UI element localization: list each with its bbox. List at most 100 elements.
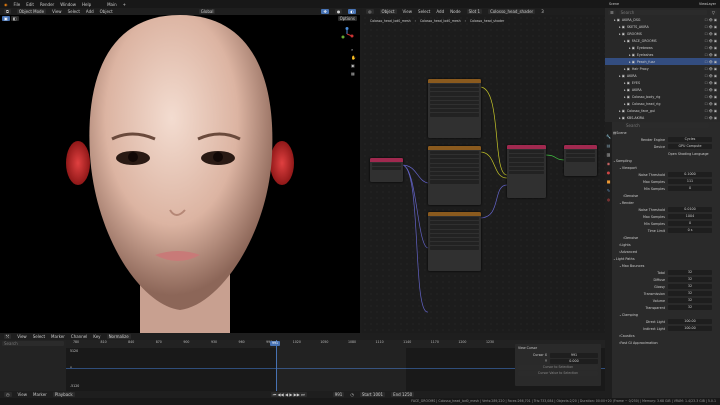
cursor-x-field[interactable]: 991 (550, 352, 598, 358)
visibility-icons[interactable]: ☐ 👁 ▣ (705, 53, 720, 57)
select-box-icon[interactable]: ▣ (2, 16, 10, 21)
options-button[interactable]: Options (337, 16, 357, 21)
zoom-icon[interactable]: ⌕ (351, 47, 356, 52)
menu-edit[interactable]: Edit (26, 2, 34, 7)
graph-menu-marker[interactable]: Marker (51, 334, 65, 339)
visibility-icons[interactable]: ☐ 👁 ▣ (705, 109, 720, 113)
modifier-tab-icon[interactable]: ✎ (607, 188, 610, 193)
bounce-field[interactable]: 32 (668, 291, 712, 296)
select-extend-icon[interactable]: ◧ (10, 16, 19, 21)
r-min-field[interactable]: 0 (668, 221, 712, 226)
clock-icon[interactable]: ◷ (350, 392, 354, 397)
advanced-panel[interactable]: › Advanced (613, 248, 720, 255)
start-frame-field[interactable]: Start 1001 (359, 392, 386, 397)
device-select[interactable]: GPU Compute (668, 144, 712, 149)
output-tab-icon[interactable]: ▥ (607, 152, 611, 157)
display-mode-icon[interactable]: ☰ (608, 9, 616, 15)
gizmo-toggle-icon[interactable]: ✥ (321, 9, 329, 14)
r-noise-field[interactable]: 0.0100 (668, 207, 712, 212)
sampling-panel[interactable]: ⌄ Sampling (613, 157, 720, 164)
visibility-icons[interactable]: ☐ 👁 ▣ (705, 81, 720, 85)
render-subpanel[interactable]: ⌄ Render (613, 199, 720, 206)
camera-icon[interactable]: ▣ (351, 63, 356, 68)
graph-menu-key[interactable]: Key (93, 334, 100, 339)
vp-denoise-panel[interactable]: › Denoise (613, 192, 720, 199)
fast-gi-panel[interactable]: › Fast GI Approximation (613, 339, 720, 346)
blender-logo-icon[interactable]: ◉ (4, 2, 8, 7)
outliner-item[interactable]: ▸ ▣ SKETS_AKIRA ☐ 👁 ▣ (605, 23, 720, 30)
graph-editor[interactable]: ⤲ View Select Marker Channel Key Normali… (0, 333, 605, 398)
playhead-frame[interactable]: 991 (270, 341, 281, 346)
outliner-item[interactable]: ▸ ▣ KBS-AKIRA ☐ 👁 ▣ (605, 114, 720, 121)
3d-viewport[interactable]: ▣ ◧ Options ⌕ ✋ ▣ ▦ (0, 15, 360, 333)
principled-bsdf-node[interactable] (507, 145, 546, 198)
shader-type-select[interactable]: Object (379, 9, 397, 14)
clamping-panel[interactable]: ⌄ Clamping (613, 311, 720, 318)
render-tab-icon[interactable]: ▤ (607, 143, 611, 148)
timeline-type-icon[interactable]: ◷ (4, 392, 12, 397)
lights-panel[interactable]: › Lights (613, 241, 720, 248)
material-output-node[interactable] (564, 145, 597, 176)
bounce-field[interactable]: 32 (668, 277, 712, 282)
bounce-field[interactable]: 32 (668, 305, 712, 310)
node-menu-view[interactable]: View (403, 9, 413, 14)
end-frame-field[interactable]: End 1250 (391, 392, 415, 397)
current-frame-field[interactable]: 991 (332, 392, 345, 397)
menu-window[interactable]: Window (60, 2, 76, 7)
graph-menu-select[interactable]: Select (33, 334, 45, 339)
r-denoise-panel[interactable]: › Denoise (613, 234, 720, 241)
vp-max-field[interactable]: 111 (668, 179, 712, 184)
material-tab-icon[interactable]: ◍ (607, 197, 611, 202)
viewport-subpanel[interactable]: ⌄ Viewport (613, 164, 720, 171)
vp-noise-field[interactable]: 0.1000 (668, 172, 712, 177)
transport-controls[interactable]: ⏮ ◀◀ ◀ ▶ ▶▶ ⏭ (270, 392, 307, 397)
add-workspace-icon[interactable]: + (123, 2, 126, 7)
tool-tab-icon[interactable]: 🔧 (606, 134, 611, 139)
normalize-toggle[interactable]: Normalize (106, 334, 131, 339)
world-tab-icon[interactable]: ● (607, 170, 611, 175)
indirect-light-field[interactable]: 100.00 (668, 326, 712, 331)
view-layer-select[interactable]: ViewLayer (699, 2, 716, 6)
node-menu-add[interactable]: Add (436, 9, 444, 14)
playback-menu-view[interactable]: View (18, 392, 28, 397)
visibility-icons[interactable]: ☐ 👁 ▣ (705, 116, 720, 120)
pan-icon[interactable]: ✋ (351, 55, 356, 60)
image-texture-node-roughness[interactable] (428, 146, 481, 205)
node-menu-node[interactable]: Node (450, 9, 460, 14)
bounce-field[interactable]: 32 (668, 298, 712, 303)
visibility-icons[interactable]: ☐ 👁 ▣ (705, 88, 720, 92)
outliner-item[interactable]: ▸ ▣ FACE_GROOMS ☐ 👁 ▣ (605, 37, 720, 44)
osl-checkbox[interactable]: Open Shading Language (668, 152, 709, 156)
visibility-icons[interactable]: ☐ 👁 ▣ (705, 74, 720, 78)
image-texture-node-albedo[interactable] (428, 79, 481, 138)
menu-file[interactable]: File (14, 2, 21, 7)
uv-map-node[interactable] (370, 158, 403, 182)
cursor-y-field[interactable]: 0.000 (550, 358, 598, 364)
outliner-search[interactable]: Search (618, 9, 707, 15)
visibility-icons[interactable]: ☐ 👁 ▣ (705, 95, 720, 99)
menu-render[interactable]: Render (40, 2, 54, 7)
time-limit-field[interactable]: 0 s (668, 228, 712, 233)
outliner-item[interactable]: ▸ ▣ Eyelashes ☐ 👁 ▣ (605, 51, 720, 58)
scene-tab-icon[interactable]: ◉ (607, 161, 611, 166)
properties-search[interactable]: Search (624, 123, 709, 128)
outliner-item[interactable]: ▸ ▣ Eyebrows ☐ 👁 ▣ (605, 44, 720, 51)
node-menu-select[interactable]: Select (418, 9, 430, 14)
object-tab-icon[interactable]: ■ (607, 179, 611, 184)
outliner-item[interactable]: ▸ ▣ Hair Proxy ☐ 👁 ▣ (605, 65, 720, 72)
slot-select[interactable]: Slot 1 (466, 9, 483, 14)
viewport-menu-add[interactable]: Add (86, 9, 94, 14)
navigation-gizmo-icon[interactable] (340, 27, 354, 41)
viewport-menu-select[interactable]: Select (68, 9, 80, 14)
bounce-field[interactable]: 32 (668, 270, 712, 275)
viewport-menu-object[interactable]: Object (100, 9, 113, 14)
perspective-icon[interactable]: ▦ (351, 71, 356, 76)
outliner-item[interactable]: ▸ ▣ GROOMS ☐ 👁 ▣ (605, 30, 720, 37)
playhead[interactable] (276, 340, 277, 391)
direct-light-field[interactable]: 100.00 (668, 319, 712, 324)
outliner-item[interactable]: ▸ ▣ AKIRA ☐ 👁 ▣ (605, 72, 720, 79)
channel-search[interactable]: Search (2, 341, 64, 346)
outliner-item[interactable]: ▸ ▣ Colosso_body_rig ☐ 👁 ▣ (605, 93, 720, 100)
max-bounces-panel[interactable]: ⌄ Max Bounces (613, 262, 720, 269)
visibility-icons[interactable]: ☐ 👁 ▣ (705, 25, 720, 29)
